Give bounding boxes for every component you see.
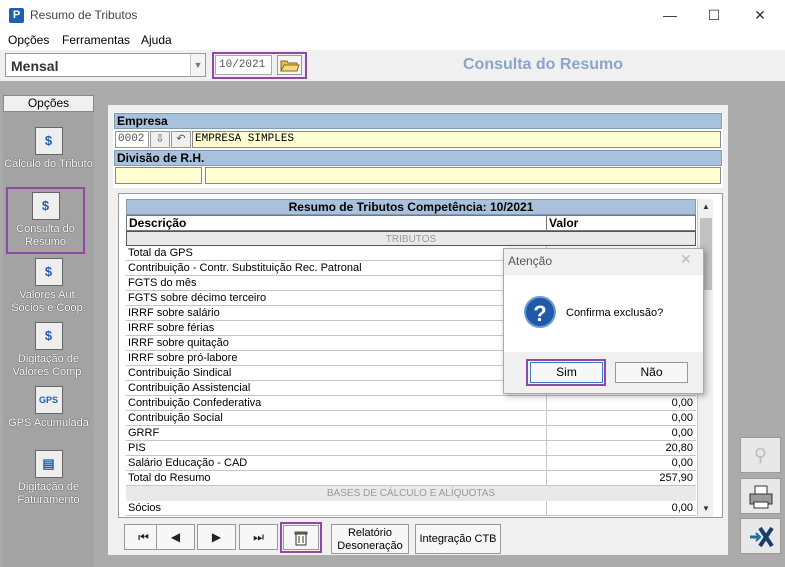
sidebar-header: Opções <box>3 95 94 112</box>
scroll-up-icon[interactable]: ▲ <box>698 199 714 214</box>
row-description: IRRF sobre pró-labore <box>128 352 238 364</box>
row-description: Total do Resumo <box>128 472 211 484</box>
table-row[interactable]: Total do Resumo 257,90 <box>126 471 696 486</box>
gps-icon: GPS <box>34 386 63 414</box>
sidebar-item-label: GPS Acumulada <box>8 417 89 429</box>
relatorio-desoneracao-button[interactable]: Relatório Desoneração <box>331 524 409 554</box>
divisao-header: Divisão de R.H. <box>114 150 722 166</box>
dialog-close-icon[interactable]: ✕ <box>680 251 692 268</box>
section-tributos: TRIBUTOS <box>126 231 696 246</box>
row-description: FGTS do mês <box>128 277 197 289</box>
row-description: Contribuição Social <box>128 412 223 424</box>
sidebar-item-gps[interactable]: GPS GPS Acumulada <box>3 386 94 430</box>
row-description: IRRF sobre férias <box>128 322 215 334</box>
typing-values-icon: $ <box>34 322 63 350</box>
calc-tax-icon: $ <box>34 127 63 155</box>
table-row[interactable]: Contribuição Confederativa 0,00 <box>126 396 696 411</box>
row-description: GRRF <box>128 427 160 439</box>
sidebar-item-valores-socios[interactable]: $ Valores Aut. Sócios e Coop. <box>3 258 94 315</box>
trash-icon <box>294 531 308 546</box>
billing-icon: ▤ <box>34 450 63 478</box>
row-description: Contribuição - Contr. Substituição Rec. … <box>128 262 362 274</box>
close-button[interactable]: ✕ <box>745 4 775 26</box>
menu-opcoes[interactable]: Opções <box>8 33 49 47</box>
empresa-code-input[interactable]: 0002 <box>115 131 149 148</box>
folder-icon <box>280 60 300 72</box>
dialog-no-button[interactable]: Não <box>615 362 688 383</box>
screen-title: Consulta do Resumo <box>463 56 624 73</box>
app-logo-icon: P <box>9 8 24 23</box>
integracao-ctb-button[interactable]: Integração CTB <box>415 524 501 554</box>
table-row[interactable]: Contribuição Social 0,00 <box>126 411 696 426</box>
row-value: 20,80 <box>546 441 694 456</box>
sidebar-item-label: Cálculo do Tributo <box>4 158 93 170</box>
scroll-down-icon[interactable]: ▼ <box>698 501 714 516</box>
row-description: Salário Educação - CAD <box>128 457 248 469</box>
table-row[interactable]: GRRF 0,00 <box>126 426 696 441</box>
row-value: 0,00 <box>546 396 694 411</box>
undo-icon[interactable]: ↶ <box>171 131 191 148</box>
row-value: 0,00 <box>546 426 694 441</box>
maximize-button[interactable]: ☐ <box>699 4 729 26</box>
period-input[interactable]: 10/2021 <box>215 55 272 75</box>
user-search-icon: ⚲ <box>753 445 768 465</box>
empresa-header: Empresa <box>114 113 722 129</box>
row-description: Contribuição Assistencial <box>128 382 251 394</box>
delete-button[interactable] <box>283 525 319 550</box>
table-row[interactable]: Sócios 0,00 <box>126 501 696 516</box>
period-type-value: Mensal <box>11 58 59 74</box>
table-row[interactable]: Salário Educação - CAD 0,00 <box>126 456 696 471</box>
row-description: Total da GPS <box>128 247 193 259</box>
row-value: 0,00 <box>546 501 694 516</box>
sidebar-item-label: Digitação de Faturamento <box>17 481 80 506</box>
row-value: 0,00 <box>546 411 694 426</box>
column-header-descricao[interactable]: Descrição <box>126 215 547 231</box>
row-description: Contribuição Sindical <box>128 367 232 379</box>
sidebar-item-digitacao-valores[interactable]: $ Digitação de Valores Comp. <box>3 322 94 379</box>
dialog-title: Atenção <box>508 254 553 268</box>
row-description: PIS <box>128 442 146 454</box>
sidebar-item-faturamento[interactable]: ▤ Digitação de Faturamento <box>3 450 94 507</box>
exit-icon <box>749 526 774 548</box>
sidebar-item-calculo[interactable]: $ Cálculo do Tributo <box>3 127 94 171</box>
user-search-button[interactable]: ⚲ <box>740 437 781 473</box>
period-type-select[interactable]: Mensal ▼ <box>5 53 206 77</box>
open-folder-button[interactable] <box>277 55 302 75</box>
download-icon[interactable]: ⇩ <box>150 131 170 148</box>
divisao-code-field[interactable] <box>115 167 202 184</box>
printer-icon <box>749 485 772 509</box>
partners-values-icon: $ <box>34 258 63 286</box>
menu-ferramentas[interactable]: Ferramentas <box>62 33 130 47</box>
consult-summary-icon: $ <box>31 192 60 220</box>
sidebar-item-label: Digitação de Valores Comp. <box>12 353 85 378</box>
row-description: Sócios <box>128 502 162 514</box>
next-record-button[interactable]: ▶ <box>197 524 236 550</box>
row-value: 257,90 <box>546 471 694 486</box>
menu-ajuda[interactable]: Ajuda <box>141 33 172 47</box>
row-description: IRRF sobre quitação <box>128 337 229 349</box>
sidebar-item-consulta[interactable]: $ Consulta do Resumo <box>8 192 83 249</box>
row-value: 0,00 <box>546 456 694 471</box>
print-button[interactable] <box>740 478 781 514</box>
sidebar-item-label: Valores Aut. Sócios e Coop. <box>11 289 86 314</box>
dialog-yes-button[interactable]: Sim <box>530 362 603 383</box>
row-description: Contribuição Confederativa <box>128 397 262 409</box>
last-record-button[interactable]: ⏭ <box>239 524 278 550</box>
exit-button[interactable] <box>740 518 781 554</box>
minimize-button[interactable]: — <box>655 4 685 26</box>
question-icon: ? <box>524 296 556 328</box>
prev-record-button[interactable]: ◀ <box>156 524 195 550</box>
dialog-message: Confirma exclusão? <box>566 307 664 319</box>
table-row[interactable]: PIS 20,80 <box>126 441 696 456</box>
grid-title: Resumo de Tributos Competência: 10/2021 <box>126 199 696 215</box>
empresa-name-field: EMPRESA SIMPLES <box>192 131 721 148</box>
row-description: IRRF sobre salário <box>128 307 220 319</box>
window-title: Resumo de Tributos <box>30 8 138 22</box>
row-description: FGTS sobre décimo terceiro <box>128 292 267 304</box>
sidebar-item-label: Consulta do Resumo <box>16 223 75 248</box>
column-header-valor[interactable]: Valor <box>546 215 696 231</box>
divisao-name-field <box>205 167 721 184</box>
section-bases: BASES DE CÁLCULO E ALÍQUOTAS <box>126 486 696 501</box>
chevron-down-icon[interactable]: ▼ <box>190 54 205 76</box>
